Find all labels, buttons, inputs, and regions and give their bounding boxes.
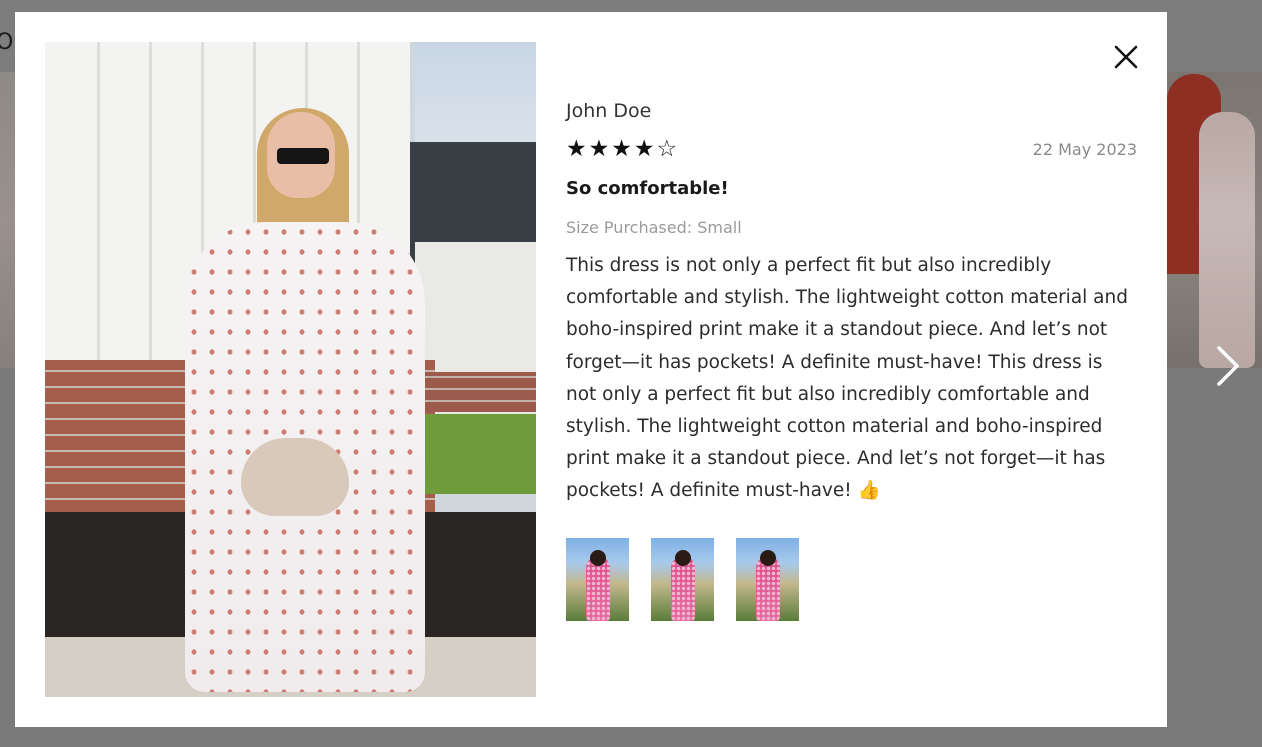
review-date: 22 May 2023 bbox=[1032, 140, 1137, 159]
background-model-figure bbox=[1199, 112, 1255, 368]
star-empty-icon: ☆ bbox=[656, 136, 678, 162]
review-thumbnails bbox=[566, 538, 799, 621]
star-filled-icon: ★ bbox=[611, 136, 632, 162]
size-purchased-value: Small bbox=[697, 218, 742, 237]
photo-lawn bbox=[425, 414, 536, 494]
review-author: John Doe bbox=[566, 100, 652, 122]
size-purchased-label: Size Purchased: bbox=[566, 218, 693, 237]
review-modal: John Doe ★ ★ ★ ★ ☆ 22 May 2023 So comfor… bbox=[15, 12, 1167, 727]
star-filled-icon: ★ bbox=[588, 136, 610, 162]
star-rating: ★ ★ ★ ★ ☆ bbox=[566, 136, 677, 162]
background-product-photo-left bbox=[0, 72, 15, 368]
review-thumbnail[interactable] bbox=[651, 538, 714, 621]
review-thumbnail[interactable] bbox=[736, 538, 799, 621]
review-main-photo bbox=[45, 42, 536, 697]
star-filled-icon: ★ bbox=[633, 136, 655, 162]
photo-handbag bbox=[241, 438, 349, 516]
review-thumbnail[interactable] bbox=[566, 538, 629, 621]
next-review-button[interactable] bbox=[1208, 342, 1248, 390]
size-purchased: Size Purchased: Small bbox=[566, 218, 742, 237]
photo-brick-wall-far bbox=[425, 372, 536, 412]
chevron-right-icon bbox=[1217, 346, 1239, 386]
photo-sunglasses bbox=[277, 148, 329, 164]
review-body: This dress is not only a perfect fit but… bbox=[566, 255, 1128, 502]
review-details: John Doe ★ ★ ★ ★ ☆ 22 May 2023 So comfor… bbox=[566, 12, 1137, 727]
background-product-photo-right bbox=[1167, 72, 1262, 368]
star-filled-icon: ★ bbox=[566, 136, 587, 162]
review-title: So comfortable! bbox=[566, 178, 729, 199]
